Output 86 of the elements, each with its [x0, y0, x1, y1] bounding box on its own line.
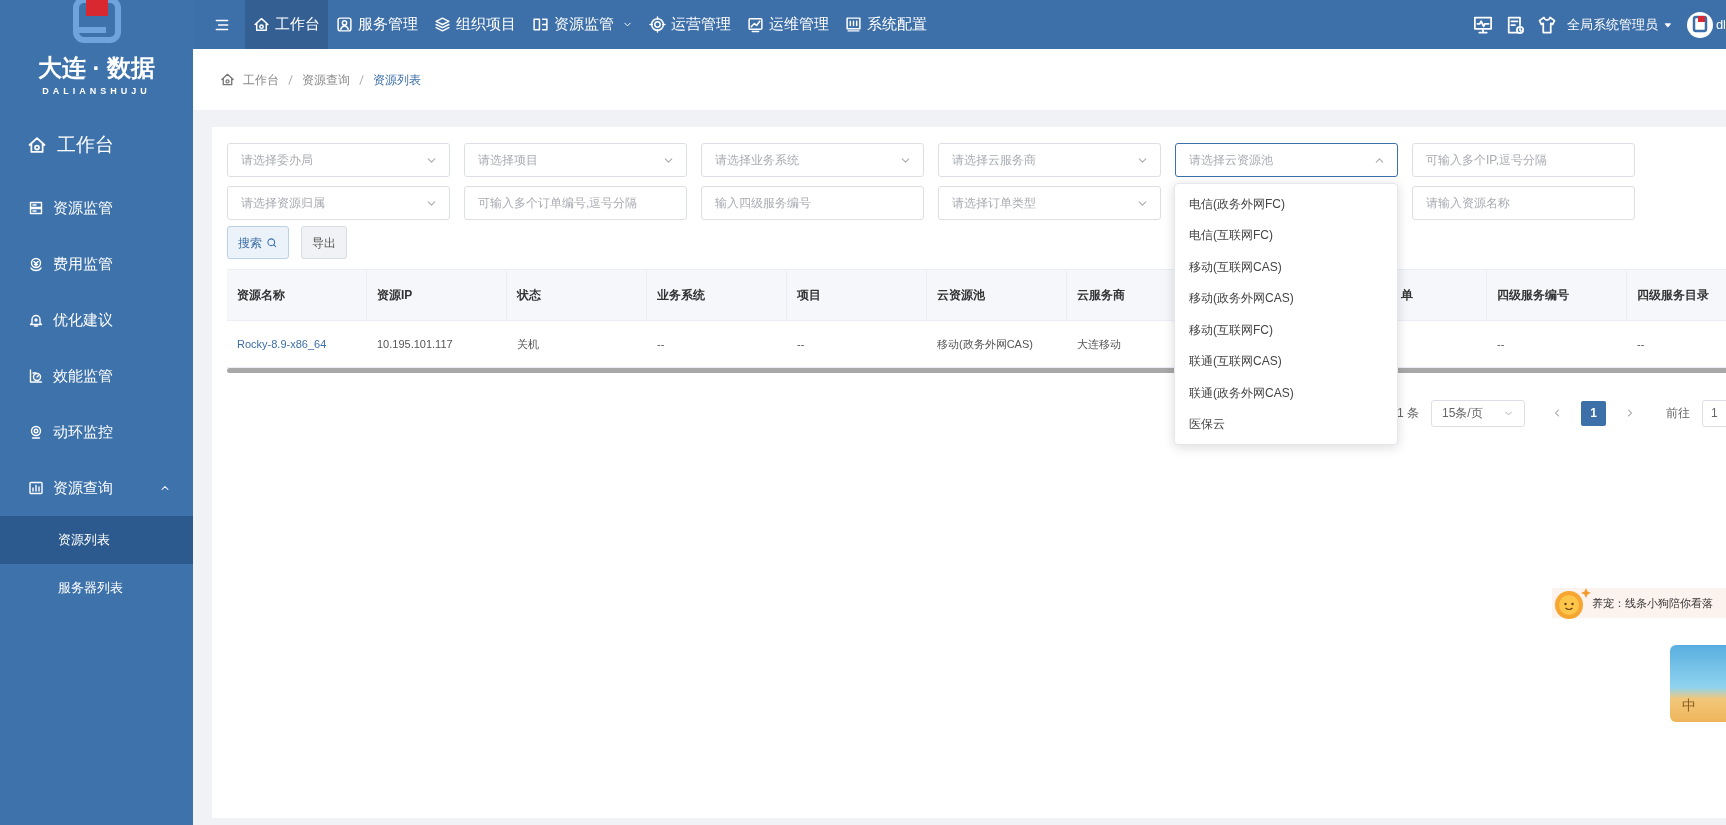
dropdown-option[interactable]: 移动(互联网CAS): [1175, 251, 1397, 283]
notice-text: 养宠：线条小狗陪你看落: [1592, 595, 1713, 611]
ime-mode-label: 中: [1682, 696, 1696, 715]
grid-icon: [532, 16, 549, 33]
nav-tab[interactable]: 运营管理: [641, 0, 739, 49]
input-field[interactable]: 可输入多个IP,逗号分隔: [1412, 143, 1635, 177]
logo-subtitle: DALIANSHUJU: [42, 85, 151, 98]
column-header: 资源IP: [377, 287, 413, 304]
ime-widget[interactable]: 中: [1670, 645, 1726, 722]
bell-icon: [28, 312, 44, 328]
table-cell-text: 10.195.101.117: [377, 336, 453, 352]
table-cell-text: --: [1637, 336, 1645, 352]
dropdown-option[interactable]: 电信(互联网FC): [1175, 219, 1397, 251]
chart-icon: [28, 480, 44, 496]
home-icon: [220, 72, 235, 87]
column-header: 云资源池: [937, 287, 985, 304]
sidebar-item[interactable]: 资源查询: [0, 460, 193, 516]
resource-link[interactable]: Rocky-8.9-x86_64: [237, 335, 327, 353]
table-cell-text: --: [797, 336, 805, 352]
sidebar-item[interactable]: 效能监管: [0, 348, 193, 404]
total-count: 1 条: [1397, 405, 1419, 422]
sidebar-subitem[interactable]: 资源列表: [0, 516, 193, 564]
column-header: 单: [1401, 287, 1413, 304]
input-field[interactable]: 输入四级服务编号: [701, 186, 924, 220]
chart-icon: [747, 16, 764, 33]
user-name: dl: [1715, 15, 1726, 34]
gauge-icon: [28, 368, 44, 384]
page-size-select[interactable]: 15条/页: [1431, 399, 1525, 427]
dropdown-option[interactable]: 联通(互联网CAS): [1175, 345, 1397, 377]
nav-tab[interactable]: 系统配置: [837, 0, 935, 49]
sidebar-home-item[interactable]: 工作台: [0, 110, 193, 180]
sidebar-item[interactable]: 资源监管: [0, 180, 193, 236]
home-icon: [27, 135, 47, 155]
dropdown-option[interactable]: 电信(政务外网FC): [1175, 188, 1397, 220]
server-icon: [28, 200, 44, 216]
search-icon: [266, 236, 278, 249]
column-header: 状态: [517, 287, 541, 304]
export-button[interactable]: 导出: [301, 226, 347, 259]
avatar-icon[interactable]: [1686, 11, 1713, 38]
nav-tab[interactable]: 组织项目: [426, 0, 524, 49]
dropdown-option[interactable]: 移动(政务外网CAS): [1175, 282, 1397, 314]
column-header: 四级服务编号: [1497, 287, 1569, 304]
logo-title: 大连 · 数据: [37, 56, 156, 80]
sidebar-item[interactable]: 费用监管: [0, 236, 193, 292]
gear-icon: [649, 16, 666, 33]
layers-icon: [434, 16, 451, 33]
dropdown-option[interactable]: 联通(政务外网CAS): [1175, 377, 1397, 409]
nav-tab[interactable]: 资源监管: [524, 0, 641, 49]
goto-input[interactable]: 1: [1702, 399, 1726, 427]
breadcrumb-link[interactable]: 资源查询: [302, 70, 350, 89]
sun-icon: [1552, 586, 1592, 620]
coin-icon: [28, 256, 44, 272]
nav-tab[interactable]: 工作台: [245, 0, 328, 49]
table-cell-text: --: [657, 336, 665, 352]
monitor-icon: [1472, 14, 1493, 35]
table-cell-text: --: [1497, 336, 1505, 352]
logo-icon: [71, 0, 122, 46]
select-field[interactable]: 请选择云资源池: [1175, 143, 1398, 177]
table-cell-text: 关机: [517, 336, 539, 352]
person-icon: [336, 16, 353, 33]
goto-label: 前往: [1666, 405, 1690, 422]
panel-icon: [845, 16, 862, 33]
table-cell-text: 移动(政务外网CAS): [937, 336, 1033, 352]
dropdown-option[interactable]: 医保云: [1175, 408, 1397, 440]
sidebar-item[interactable]: 优化建议: [0, 292, 193, 348]
input-field[interactable]: 可输入多个订单编号,逗号分隔: [464, 186, 687, 220]
search-button[interactable]: 搜索: [227, 226, 289, 259]
table-cell-text: 大连移动: [1077, 336, 1121, 352]
user-role-dropdown[interactable]: 全局系统管理员: [1566, 14, 1673, 35]
breadcrumb-link[interactable]: 工作台: [243, 70, 279, 89]
column-header: 项目: [797, 287, 821, 304]
sidebar-subitem[interactable]: 服务器列表: [0, 564, 193, 612]
camera-icon: [28, 424, 44, 440]
column-header: 资源名称: [237, 287, 285, 304]
breadcrumb-current: 资源列表: [373, 71, 421, 89]
column-header: 四级服务目录: [1637, 287, 1709, 304]
column-header: 云服务商: [1077, 287, 1125, 304]
shirt-icon: [1536, 14, 1557, 35]
nav-tab[interactable]: 服务管理: [328, 0, 426, 49]
dropdown-option[interactable]: 移动(互联网FC): [1175, 314, 1397, 346]
home-icon: [253, 16, 270, 33]
column-header: 业务系统: [657, 287, 705, 304]
nav-tab[interactable]: 运维管理: [739, 0, 837, 49]
input-field[interactable]: 请输入资源名称: [1412, 186, 1635, 220]
sidebar-item[interactable]: 动环监控: [0, 404, 193, 460]
page-button[interactable]: 1: [1581, 400, 1606, 426]
